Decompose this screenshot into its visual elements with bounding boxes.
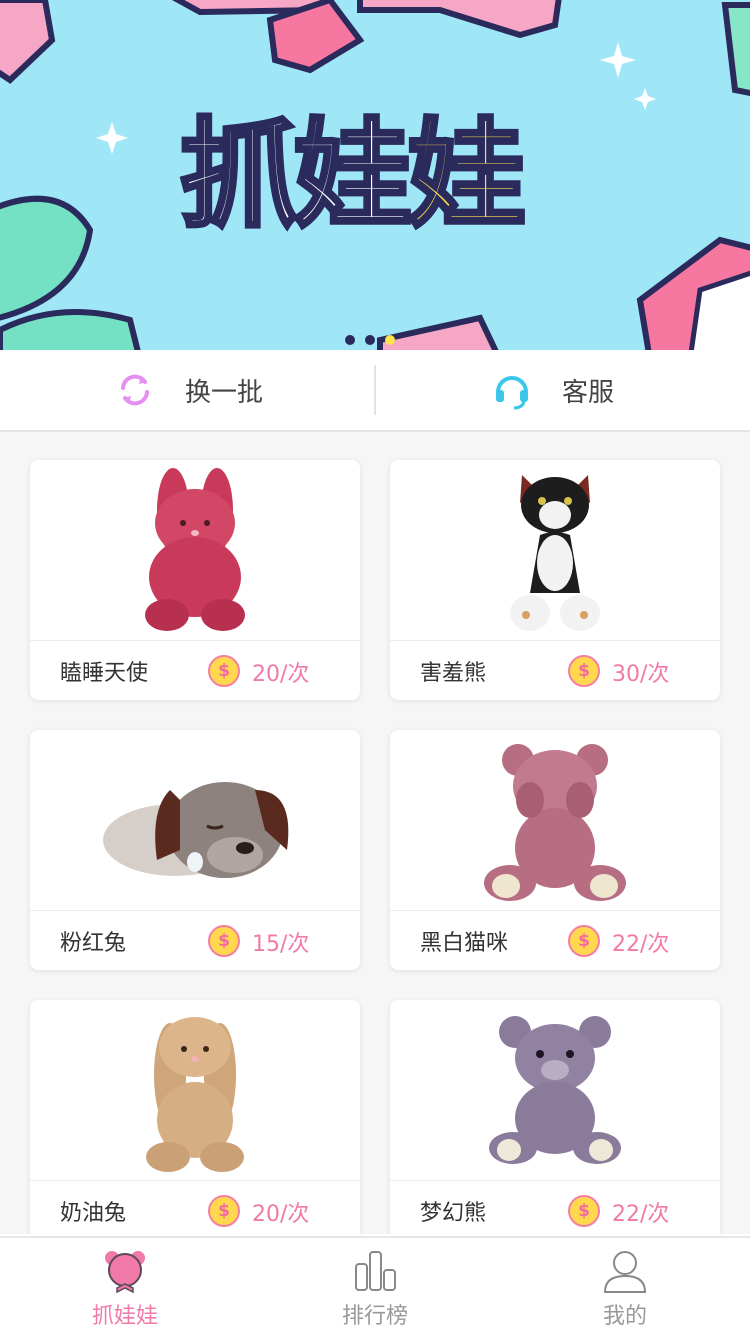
product-price: 22/次 [612,1202,670,1227]
product-image-purple-bear [390,1000,720,1180]
product-price: 30/次 [612,662,670,687]
coin-icon: $ [208,925,240,957]
refresh-label: 换一批 [185,377,264,408]
headset-icon [496,376,528,410]
product-name: 黑白猫咪 [420,931,509,956]
tab-claw-machine[interactable]: 抓娃娃 [50,1238,200,1336]
product-price: 20/次 [252,662,310,687]
ranking-icon [355,1251,396,1291]
bottom-tab-bar: 抓娃娃 排行榜 我的 [0,1236,750,1336]
product-name: 害羞熊 [420,661,487,686]
banner-title-main: 抓娃 [178,104,414,246]
banner-title-highlight: 娃 [406,104,528,246]
carousel-dot[interactable] [345,335,355,345]
product-card[interactable]: 害羞熊 $ 30/次 [390,460,720,700]
product-price: 22/次 [612,932,670,957]
product-image-pink-bear [390,730,720,910]
tab-label: 我的 [602,1304,647,1329]
banner-carousel[interactable]: 抓娃娃 [0,0,750,350]
refresh-button[interactable]: 换一批 [115,350,263,430]
bear-icon [105,1251,145,1294]
carousel-dot-active[interactable] [385,335,395,345]
product-name: 瞌睡天使 [60,661,149,686]
product-name: 奶油兔 [60,1201,127,1226]
action-divider [374,365,376,415]
tab-profile[interactable]: 我的 [550,1238,700,1336]
banner-title: 抓娃娃 [178,100,528,250]
product-image-sleepy-dog [30,730,360,910]
product-name: 梦幻熊 [420,1201,487,1226]
user-icon [603,1251,647,1293]
action-bar: 换一批 客服 [0,350,750,432]
tab-label: 抓娃娃 [91,1304,158,1329]
product-card[interactable]: 梦幻熊 $ 22/次 [390,1000,720,1234]
carousel-dot[interactable] [365,335,375,345]
coin-icon: $ [568,1195,600,1227]
coin-icon: $ [568,925,600,957]
product-card[interactable]: 瞌睡天使 $ 20/次 [30,460,360,700]
tab-ranking[interactable]: 排行榜 [300,1238,450,1336]
product-image-red-rabbit [30,460,360,640]
coin-icon: $ [208,655,240,687]
customer-service-button[interactable]: 客服 [492,350,614,430]
product-image-black-white-cat [390,460,720,640]
product-image-cream-rabbit [30,1000,360,1180]
carousel-indicator[interactable] [345,335,395,345]
coin-icon: $ [568,655,600,687]
refresh-icon [121,374,149,406]
service-label: 客服 [562,377,615,408]
product-price: 20/次 [252,1202,310,1227]
product-grid: 瞌睡天使 $ 20/次 害羞熊 $ 30/次 粉红兔 $ 15/次 黑白猫咪 $… [0,432,750,1234]
coin-icon: $ [208,1195,240,1227]
product-card[interactable]: 粉红兔 $ 15/次 [30,730,360,970]
tab-label: 排行榜 [341,1304,408,1329]
product-card[interactable]: 黑白猫咪 $ 22/次 [390,730,720,970]
product-card[interactable]: 奶油兔 $ 20/次 [30,1000,360,1234]
product-name: 粉红兔 [60,931,127,956]
product-price: 15/次 [252,932,310,957]
